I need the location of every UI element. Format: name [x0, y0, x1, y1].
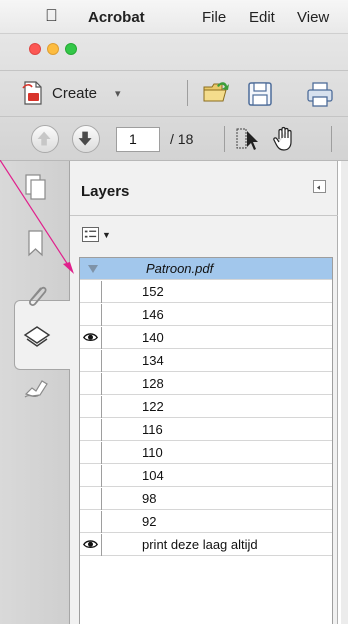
visibility-toggle[interactable]	[80, 534, 102, 556]
attachments-icon[interactable]	[22, 282, 52, 312]
panel-title: Layers	[81, 183, 130, 200]
layer-row[interactable]: 128	[80, 373, 332, 395]
chevron-left-icon	[316, 185, 320, 190]
layer-row[interactable]: 116	[80, 419, 332, 441]
layer-document-label: Patroon.pdf	[146, 261, 214, 276]
visibility-toggle[interactable]	[80, 511, 102, 533]
hand-tool-icon[interactable]	[270, 125, 298, 153]
menu-edit[interactable]: Edit	[249, 9, 275, 26]
page-number-input[interactable]: 1	[116, 127, 160, 152]
create-button[interactable]: Create ▾	[22, 76, 121, 110]
layer-label: 98	[142, 491, 157, 506]
layer-label: 134	[142, 353, 164, 368]
toolbar-separator	[331, 126, 332, 152]
arrow-down-icon	[78, 131, 92, 146]
previous-page-button[interactable]	[31, 125, 59, 153]
layer-document-row[interactable]: Patroon.pdf	[80, 258, 332, 280]
menu-app[interactable]: Acrobat	[88, 9, 145, 26]
create-pdf-icon	[22, 81, 42, 105]
layer-list: Patroon.pdf 152 146 140 134 128 122 116 …	[79, 257, 333, 624]
layers-icon[interactable]	[22, 322, 52, 352]
layer-row[interactable]: 98	[80, 488, 332, 510]
layer-label: 146	[142, 307, 164, 322]
visibility-toggle[interactable]	[80, 373, 102, 395]
visibility-toggle[interactable]	[80, 327, 102, 349]
layer-label: 92	[142, 514, 157, 529]
layer-label: print deze laag altijd	[142, 537, 258, 552]
layer-label: 122	[142, 399, 164, 414]
page-total: / 18	[170, 131, 194, 147]
visibility-toggle[interactable]	[80, 396, 102, 418]
minimize-window-button[interactable]	[47, 43, 59, 55]
create-label: Create	[52, 84, 98, 102]
chevron-down-icon: ▼	[102, 229, 111, 240]
collapse-panel-button[interactable]	[313, 180, 326, 193]
visibility-toggle[interactable]	[80, 419, 102, 441]
layer-row[interactable]: 146	[80, 304, 332, 326]
toolbar-separator	[224, 126, 225, 152]
eye-icon	[83, 333, 98, 342]
visibility-toggle[interactable]	[80, 465, 102, 487]
layer-label: 128	[142, 376, 164, 391]
next-page-button[interactable]	[72, 125, 100, 153]
options-menu-icon	[82, 227, 99, 242]
layer-row[interactable]: 134	[80, 350, 332, 372]
eye-icon	[83, 540, 98, 549]
disclosure-triangle-icon[interactable]	[88, 265, 98, 273]
layer-row[interactable]: 104	[80, 465, 332, 487]
layer-row[interactable]: 152	[80, 281, 332, 303]
apple-icon[interactable]: 	[45, 6, 58, 26]
visibility-toggle[interactable]	[80, 304, 102, 326]
print-icon[interactable]	[306, 80, 334, 108]
layer-label: 140	[142, 330, 164, 345]
chevron-down-icon: ▾	[115, 87, 121, 100]
toolbar-separator	[187, 80, 188, 106]
visibility-toggle[interactable]	[80, 350, 102, 372]
menu-bar:  Acrobat File Edit View	[0, 0, 348, 34]
layer-row[interactable]: 110	[80, 442, 332, 464]
layer-row[interactable]: 140	[80, 327, 332, 349]
select-tool-icon[interactable]	[234, 125, 262, 153]
layer-row[interactable]: 92	[80, 511, 332, 533]
layer-row[interactable]: 122	[80, 396, 332, 418]
panel-divider	[70, 215, 338, 216]
open-folder-icon[interactable]	[202, 78, 230, 106]
menu-file[interactable]: File	[202, 9, 226, 26]
signatures-icon[interactable]	[22, 372, 52, 402]
scrollbar[interactable]	[341, 161, 348, 624]
layer-options-button[interactable]: ▼	[82, 227, 111, 242]
zoom-window-button[interactable]	[65, 43, 77, 55]
visibility-toggle[interactable]	[80, 281, 102, 303]
layer-label: 110	[142, 445, 163, 460]
menu-view[interactable]: View	[297, 9, 329, 26]
layer-label: 104	[142, 468, 164, 483]
layer-row[interactable]: print deze laag altijd	[80, 534, 332, 556]
save-icon[interactable]	[246, 80, 274, 108]
layer-label: 152	[142, 284, 164, 299]
arrow-up-icon	[37, 131, 51, 146]
annotation-arrow	[0, 160, 74, 274]
layer-label: 116	[142, 422, 163, 437]
visibility-toggle[interactable]	[80, 488, 102, 510]
visibility-toggle[interactable]	[80, 442, 102, 464]
close-window-button[interactable]	[29, 43, 41, 55]
